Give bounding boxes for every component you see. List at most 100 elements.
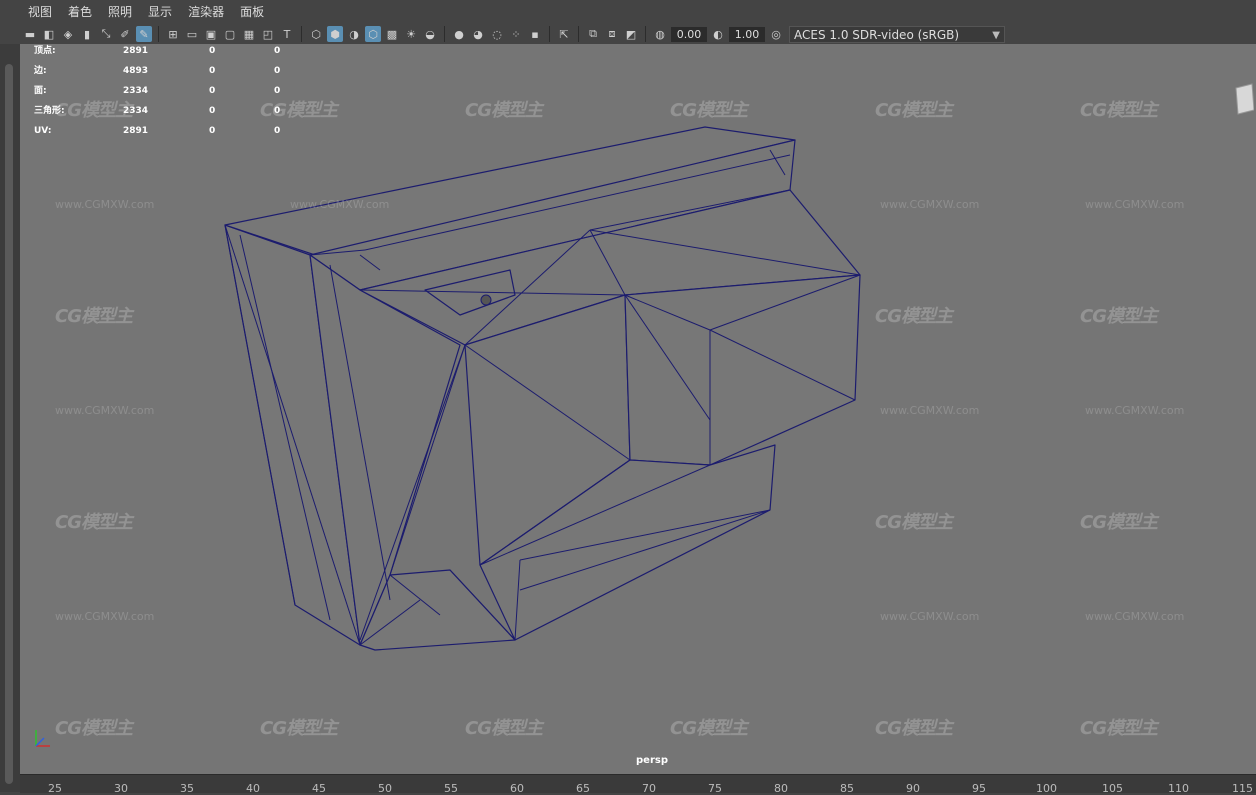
ruler-tick: 50	[378, 782, 392, 795]
axis-gizmo-icon	[35, 730, 50, 747]
watermark-logo: CG模型主	[1080, 512, 1158, 533]
gamma-icon[interactable]: ◐	[710, 26, 726, 42]
watermark-url: www.CGMXW.com	[1085, 198, 1185, 211]
safe-title-icon[interactable]: T	[279, 26, 295, 42]
camera-select-icon[interactable]: ▬	[22, 26, 38, 42]
backface-icon[interactable]: ◩	[623, 26, 639, 42]
depth-of-field-icon[interactable]: ⁘	[508, 26, 524, 42]
ruler-tick: 70	[642, 782, 656, 795]
hud-value: 0	[209, 126, 216, 136]
watermark-logo: CG模型主	[1080, 718, 1158, 739]
xray-icon[interactable]: ⧉	[585, 26, 601, 42]
motion-blur-icon[interactable]: ◕	[470, 26, 486, 42]
hud-value: 0	[209, 46, 216, 56]
color-management-icon[interactable]: ◎	[768, 26, 784, 42]
watermark-logo: CG模型主	[875, 718, 953, 739]
watermark-url: www.CGMXW.com	[880, 610, 980, 623]
menu-view[interactable]: 视图	[20, 0, 60, 24]
field-chart-icon[interactable]: ▦	[241, 26, 257, 42]
watermark-logo: CG模型主	[55, 100, 133, 121]
chevron-down-icon: ▼	[992, 29, 1000, 41]
wireframe-icon[interactable]: ⬡	[308, 26, 324, 42]
color-space-dropdown[interactable]: ACES 1.0 SDR-video (sRGB) ▼	[789, 25, 1005, 43]
menu-shading[interactable]: 着色	[60, 0, 100, 24]
watermark-logo: CG模型主	[1080, 100, 1158, 121]
watermark-logo: CG模型主	[55, 718, 133, 739]
watermark-logo: CG模型主	[875, 512, 953, 533]
ruler-tick: 115	[1232, 782, 1253, 795]
monitor-wireframe-mesh	[224, 126, 861, 651]
view-cube-icon[interactable]	[1234, 80, 1254, 120]
watermark-url: www.CGMXW.com	[1085, 610, 1185, 623]
menu-lighting[interactable]: 照明	[100, 0, 140, 24]
camera-attr-icon[interactable]: ◧	[41, 26, 57, 42]
hud-value: 4893	[123, 66, 149, 76]
hud-value: 0	[274, 126, 281, 136]
ambient-occlusion-icon[interactable]: ●	[451, 26, 467, 42]
bookmark-icon[interactable]: ◈	[60, 26, 76, 42]
menu-panels[interactable]: 面板	[232, 0, 272, 24]
2d-pan-icon[interactable]: ⤡	[98, 26, 114, 42]
isolate-icon[interactable]: ▪	[527, 26, 543, 42]
default-material-icon[interactable]: ◑	[346, 26, 362, 42]
ruler-tick: 100	[1036, 782, 1057, 795]
ruler-tick: 60	[510, 782, 524, 795]
monitor-button	[480, 294, 492, 306]
menu-show[interactable]: 显示	[140, 0, 180, 24]
ruler-tick: 40	[246, 782, 260, 795]
hud-row-vertices: 顶点: 2891 0 0	[34, 46, 314, 66]
xray-joints-icon[interactable]: ⧈	[604, 26, 620, 42]
grid-icon[interactable]: ⊞	[165, 26, 181, 42]
grease-pencil-icon[interactable]: ✐	[117, 26, 133, 42]
hud-label: 边:	[34, 66, 47, 76]
shadows-icon[interactable]: ◒	[422, 26, 438, 42]
select-camera-icon[interactable]: ⇱	[556, 26, 572, 42]
menu-renderer[interactable]: 渲染器	[180, 0, 232, 24]
ruler-tick: 65	[576, 782, 590, 795]
watermark-logo: CG模型主	[670, 718, 748, 739]
hud-value: 0	[274, 66, 281, 76]
time-slider[interactable]: 25 30 35 40 45 50 55 60 65 70 75 80 85 9…	[20, 774, 1256, 795]
ruler-tick: 90	[906, 782, 920, 795]
image-plane-icon[interactable]: ▮	[79, 26, 95, 42]
exposure-field[interactable]: 0.00	[671, 26, 707, 42]
multisample-icon[interactable]: ◌	[489, 26, 505, 42]
scrollbar-thumb[interactable]	[5, 64, 13, 784]
hud-label: 顶点:	[34, 46, 56, 56]
hud-row-edges: 边: 4893 0 0	[34, 66, 314, 86]
watermark-url: www.CGMXW.com	[55, 198, 155, 211]
resolution-gate-icon[interactable]: ▣	[203, 26, 219, 42]
film-gate-icon[interactable]: ▭	[184, 26, 200, 42]
watermark-logo: CG模型主	[260, 718, 338, 739]
watermark-logo: CG模型主	[465, 100, 543, 121]
ruler-tick: 80	[774, 782, 788, 795]
watermark-url: www.CGMXW.com	[55, 610, 155, 623]
safe-action-icon[interactable]: ◰	[260, 26, 276, 42]
wireframe-on-shaded-icon[interactable]: ⬡	[365, 26, 381, 42]
mesh-face	[624, 274, 861, 466]
left-scrollbar[interactable]	[0, 44, 20, 792]
hud-value: 0	[274, 46, 281, 56]
watermark-logo: CG模型主	[260, 100, 338, 121]
hud-value: 0	[209, 66, 216, 76]
smooth-shade-icon[interactable]: ⬢	[327, 26, 343, 42]
textured-icon[interactable]: ▩	[384, 26, 400, 42]
hud-label: 面:	[34, 86, 47, 96]
separator	[549, 26, 550, 42]
viewport-toolbar: ▬ ◧ ◈ ▮ ⤡ ✐ ✎ ⊞ ▭ ▣ ▢ ▦ ◰ T ⬡ ⬢ ◑ ⬡ ▩ ☀ …	[22, 24, 1256, 44]
exposure-icon[interactable]: ◍	[652, 26, 668, 42]
watermark-url: www.CGMXW.com	[55, 404, 155, 417]
lights-icon[interactable]: ☀	[403, 26, 419, 42]
ruler-tick: 75	[708, 782, 722, 795]
pencil-icon[interactable]: ✎	[136, 26, 152, 42]
gate-mask-icon[interactable]: ▢	[222, 26, 238, 42]
3d-viewport[interactable]: 顶点: 2891 0 0 边: 4893 0 0 面: 2334 0 0 三角形: 2334 0 0 U…	[20, 44, 1256, 774]
ruler-tick: 95	[972, 782, 986, 795]
ruler-tick: 55	[444, 782, 458, 795]
ruler-tick: 110	[1168, 782, 1189, 795]
hud-label: UV:	[34, 126, 52, 136]
watermark-logo: CG模型主	[55, 306, 133, 327]
gamma-field[interactable]: 1.00	[729, 26, 765, 42]
watermark-url: www.CGMXW.com	[880, 198, 980, 211]
ruler-tick: 85	[840, 782, 854, 795]
